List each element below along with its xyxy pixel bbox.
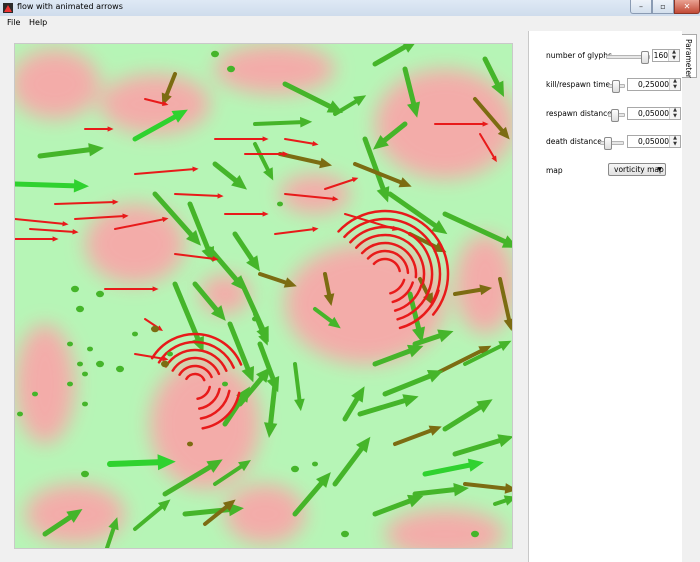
arrow-down-icon[interactable]: ▼ [670,85,680,90]
menu-help[interactable]: Help [29,18,47,27]
map-select[interactable]: vorticity map ▼ [608,163,666,176]
flow-arrow [15,181,83,189]
glyph-dot [211,50,219,58]
flow-visualization[interactable] [14,43,513,549]
kill-respawn-label: kill/respawn time [546,80,611,89]
menu-file[interactable]: File [7,18,20,27]
glyph-dot [252,316,258,322]
map-label: map [546,166,563,175]
glyph-dot [67,341,73,347]
glyph-dot [96,360,104,368]
flow-canvas [15,44,512,548]
glyph-dot [167,351,173,357]
minimize-button[interactable]: – [630,0,652,14]
tab-parameters-label: Parameters [684,39,693,82]
spin-arrows[interactable]: ▲ ▼ [669,136,680,147]
close-button[interactable]: ✕ [674,0,700,14]
respawn-distance-row: respawn distance 0,05000 ▲ ▼ [546,107,681,122]
glyph-dot [82,371,88,377]
glyph-count-spinbox[interactable]: 160 ▲ ▼ [652,49,680,62]
close-icon: ✕ [683,2,691,11]
death-distance-value: 0,05000 [637,137,669,146]
kill-respawn-row: kill/respawn time 0,25000 ▲ ▼ [546,78,681,93]
glyph-dot [32,391,38,397]
glyph-count-slider[interactable] [606,51,650,64]
glyph-dot [17,411,23,417]
slider-thumb[interactable] [604,137,612,150]
glyph-dot [151,325,159,333]
arrow-down-icon[interactable]: ▼ [670,142,680,147]
map-select-value: vorticity map [614,165,664,174]
respawn-distance-spinbox[interactable]: 0,05000 ▲ ▼ [627,107,681,120]
slider-thumb[interactable] [611,109,619,122]
window-title: flow with animated arrows [17,2,123,11]
glyph-dot [471,530,479,538]
glyph-dot [116,365,124,373]
glyph-dot [82,401,88,407]
map-row: map vorticity map ▼ [546,163,680,178]
arrow-down-icon[interactable]: ▼ [669,56,679,61]
kill-respawn-value: 0,25000 [637,80,669,89]
slider-thumb[interactable] [612,80,620,93]
flow-arrow [107,459,168,467]
glyph-dot [96,290,104,298]
glyph-dot [277,201,283,207]
glyph-dot [222,381,228,387]
menu-bar: File Help [0,16,700,31]
glyph-dot [227,65,235,73]
chevron-down-icon: ▼ [657,166,662,173]
app-icon [3,3,13,13]
respawn-distance-label: respawn distance [546,109,612,118]
glyph-dot [71,285,79,293]
glyph-dot [187,441,193,447]
respawn-distance-value: 0,05000 [637,109,669,118]
tab-strip [682,78,700,562]
slider-thumb[interactable] [641,51,649,64]
title-bar: flow with animated arrows – ▫ ✕ [0,0,700,17]
glyph-dot [76,305,84,313]
death-distance-label: death distance [546,137,602,146]
tab-parameters[interactable]: Parameters [682,34,697,82]
minimize-icon: – [639,2,643,11]
spin-arrows[interactable]: ▲ ▼ [669,108,680,119]
glyph-dot [81,470,89,478]
glyph-dot [161,360,169,368]
glyph-dot [312,461,318,467]
glyph-count-label: number of glyphs [546,51,612,60]
maximize-button[interactable]: ▫ [652,0,674,14]
glyph-dot [77,361,83,367]
spin-arrows[interactable]: ▲ ▼ [669,79,680,90]
spin-arrows[interactable]: ▲ ▼ [668,50,679,61]
arrow-down-icon[interactable]: ▼ [670,114,680,119]
death-distance-row: death distance 0,05000 ▲ ▼ [546,135,681,150]
flow-arrow [253,120,307,126]
glyph-dot [132,331,138,337]
glyph-dot [291,465,299,473]
death-distance-slider[interactable] [600,137,624,150]
glyph-dot [87,346,93,352]
glyph-count-value: 160 [653,51,668,60]
parameters-panel: number of glyphs 160 ▲ ▼ kill/respawn ti… [528,31,682,562]
glyph-dot [67,381,73,387]
respawn-distance-slider[interactable] [608,109,625,122]
glyph-count-row: number of glyphs 160 ▲ ▼ [546,49,680,64]
kill-respawn-spinbox[interactable]: 0,25000 ▲ ▼ [627,78,681,91]
death-distance-spinbox[interactable]: 0,05000 ▲ ▼ [627,135,681,148]
glyph-dot [341,530,349,538]
maximize-icon: ▫ [660,2,666,11]
kill-respawn-slider[interactable] [608,80,625,93]
